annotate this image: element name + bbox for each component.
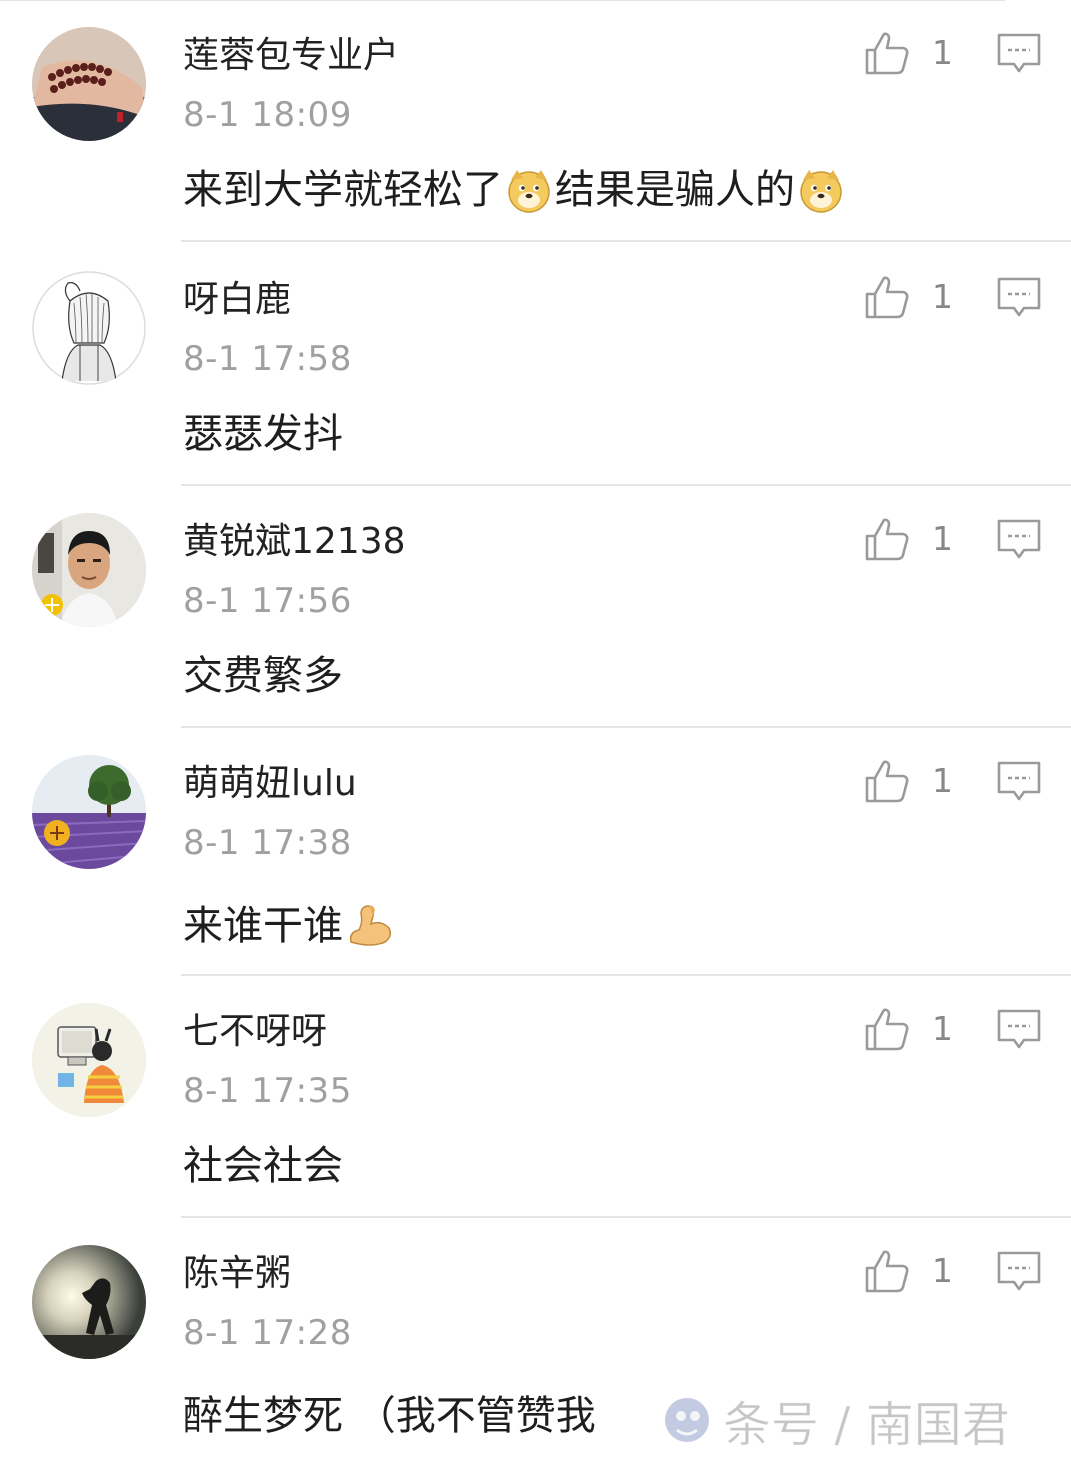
content-text: 结果是骗人的	[555, 167, 795, 213]
avatar[interactable]	[32, 513, 146, 627]
comment-item: 七不呀呀 8-1 17:35 社会社会 1	[0, 976, 1071, 1218]
avatar-cartoon-image	[32, 1003, 146, 1117]
username[interactable]: 黄锐斌12138	[183, 518, 406, 566]
avatar-silhouette-image	[32, 1245, 146, 1359]
content-text: 交费繁多	[183, 653, 343, 699]
content-text: 瑟瑟发抖	[183, 411, 343, 457]
avatar[interactable]	[32, 1245, 146, 1359]
content-text: 社会社会	[183, 1143, 343, 1189]
comment-content: 瑟瑟发抖	[183, 406, 343, 462]
comment-list-page: 莲蓉包专业户 8-1 18:09 来到大学就轻松了 结果是骗人的 1 呀白鹿 8…	[0, 0, 1071, 1470]
reply-button[interactable]	[996, 760, 1042, 804]
like-count: 1	[932, 1009, 953, 1048]
comment-bubble-icon	[997, 1251, 1041, 1291]
watermark-logo-icon	[655, 1388, 719, 1452]
reply-button[interactable]	[996, 276, 1042, 320]
reply-button[interactable]	[996, 32, 1042, 76]
reply-button[interactable]	[996, 518, 1042, 562]
like-count: 1	[932, 33, 953, 72]
comment-time: 8-1 18:09	[183, 95, 352, 135]
like-button[interactable]	[862, 1246, 912, 1296]
like-button[interactable]	[862, 756, 912, 806]
username[interactable]: 呀白鹿	[183, 276, 291, 324]
avatar-lavender-image	[32, 755, 146, 869]
comment-bubble-icon	[997, 519, 1041, 559]
comment-time: 8-1 17:56	[183, 581, 352, 621]
avatar[interactable]	[32, 755, 146, 869]
like-button[interactable]	[862, 272, 912, 322]
content-text: 醉生梦死 （我不管赞我	[183, 1393, 596, 1439]
content-text: 来谁干谁	[183, 903, 343, 949]
comment-item: 萌萌妞lulu 8-1 17:38 来谁干谁 1	[0, 728, 1071, 976]
avatar-sketch-image	[32, 271, 146, 385]
comment-item: 莲蓉包专业户 8-1 18:09 来到大学就轻松了 结果是骗人的 1	[0, 0, 1071, 242]
comment-content: 社会社会	[183, 1138, 343, 1194]
comment-content: 醉生梦死 （我不管赞我	[183, 1388, 596, 1444]
thumbs-up-icon	[865, 1008, 909, 1051]
comment-divider	[181, 240, 1071, 242]
comment-time: 8-1 17:35	[183, 1071, 352, 1111]
thumbs-up-icon	[865, 518, 909, 561]
comment-bubble-icon	[997, 277, 1041, 317]
comment-bubble-icon	[997, 1009, 1041, 1049]
comment-time: 8-1 17:38	[183, 823, 352, 863]
doge-emoji-icon	[797, 166, 845, 214]
comment-content: 来到大学就轻松了 结果是骗人的	[183, 162, 847, 218]
avatar-portrait-image	[32, 513, 146, 627]
watermark: 条号 / 南国君	[655, 1385, 1010, 1455]
muscle-emoji-icon	[345, 902, 393, 950]
comment-item: 呀白鹿 8-1 17:58 瑟瑟发抖 1	[0, 244, 1071, 486]
thumbs-up-icon	[865, 32, 909, 75]
doge-emoji-icon	[505, 166, 553, 214]
comment-content: 交费繁多	[183, 648, 343, 704]
reply-button[interactable]	[996, 1008, 1042, 1052]
comment-time: 8-1 17:28	[183, 1313, 352, 1353]
avatar[interactable]	[32, 1003, 146, 1117]
avatar[interactable]	[32, 271, 146, 385]
reply-button[interactable]	[996, 1250, 1042, 1294]
watermark-text: 条号 / 南国君	[723, 1397, 1011, 1454]
like-button[interactable]	[862, 1004, 912, 1054]
avatar[interactable]	[32, 27, 146, 141]
comment-bubble-icon	[997, 33, 1041, 73]
like-button[interactable]	[862, 28, 912, 78]
like-count: 1	[932, 519, 953, 558]
comment-bubble-icon	[997, 761, 1041, 801]
thumbs-up-icon	[865, 1250, 909, 1293]
thumbs-up-icon	[865, 760, 909, 803]
username[interactable]: 七不呀呀	[183, 1008, 327, 1056]
username[interactable]: 莲蓉包专业户	[183, 32, 399, 80]
like-button[interactable]	[862, 514, 912, 564]
like-count: 1	[932, 1251, 953, 1290]
content-text: 来到大学就轻松了	[183, 167, 503, 213]
comment-time: 8-1 17:58	[183, 339, 352, 379]
username[interactable]: 陈辛粥	[183, 1250, 291, 1298]
avatar-beads-image	[32, 27, 146, 141]
thumbs-up-icon	[865, 276, 909, 319]
like-count: 1	[932, 277, 953, 316]
comment-content: 来谁干谁	[183, 898, 395, 954]
username[interactable]: 萌萌妞lulu	[183, 760, 357, 808]
comment-item: 黄锐斌12138 8-1 17:56 交费繁多 1	[0, 486, 1071, 728]
like-count: 1	[932, 761, 953, 800]
